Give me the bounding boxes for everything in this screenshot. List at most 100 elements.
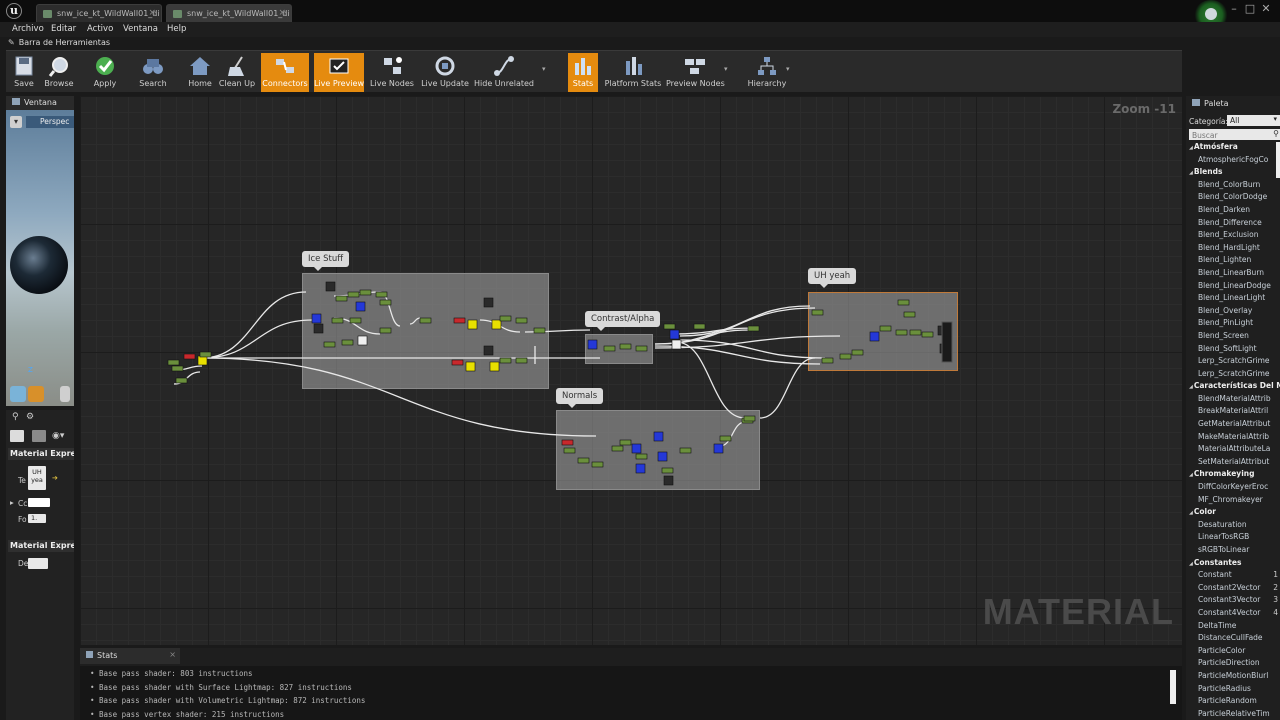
hide-unrelated-button[interactable]: Hide Unrelated xyxy=(474,53,534,92)
palette-item[interactable]: Blend_HardLight xyxy=(1186,243,1280,256)
toolbar-dropdown-arrow-icon[interactable]: ▾ xyxy=(786,65,790,73)
live-nodes-button[interactable]: Live Nodes xyxy=(368,53,416,92)
palette-item[interactable]: DiffColorKeyerEroc xyxy=(1186,482,1280,495)
preview-nodes-button[interactable]: Preview Nodes xyxy=(666,53,725,92)
palette-item[interactable]: ParticleDirection xyxy=(1186,658,1280,671)
home-button[interactable]: Home xyxy=(186,53,214,92)
texture-thumbnail[interactable]: UH yea xyxy=(28,466,46,490)
minimize-button[interactable]: – xyxy=(1226,2,1242,15)
palette-item[interactable]: Blend_ColorBurn xyxy=(1186,180,1280,193)
palette-category[interactable]: Chromakeying xyxy=(1186,469,1280,482)
palette-item[interactable]: LinearTosRGB xyxy=(1186,532,1280,545)
palette-category[interactable]: Características Del M xyxy=(1186,381,1280,394)
viewport-options-dropdown[interactable]: ▾ xyxy=(10,116,22,128)
toolbar-dropdown-arrow-icon[interactable]: ▾ xyxy=(542,65,546,73)
search-button[interactable]: Search xyxy=(136,53,170,92)
menu-archivo[interactable]: Archivo xyxy=(12,24,44,34)
viewport-extra-button[interactable] xyxy=(60,386,70,402)
preview-mesh-cube-button[interactable] xyxy=(28,386,44,402)
maximize-button[interactable]: □ xyxy=(1242,2,1258,15)
stats-scrollbar[interactable] xyxy=(1170,670,1176,704)
palette-category[interactable]: Color xyxy=(1186,507,1280,520)
palette-category[interactable]: Constantes xyxy=(1186,558,1280,571)
palette-search-input[interactable] xyxy=(1189,129,1280,140)
palette-item[interactable]: Blend_Overlay xyxy=(1186,306,1280,319)
close-tab-icon[interactable]: × xyxy=(278,8,286,18)
expand-arrow-icon[interactable]: ▸ xyxy=(10,498,14,507)
menu-ventana[interactable]: Ventana xyxy=(123,24,158,34)
palette-item[interactable]: Blend_PinLight xyxy=(1186,318,1280,331)
stats-button[interactable]: Stats xyxy=(568,53,598,92)
arrow-icon[interactable]: ➔ xyxy=(52,474,58,482)
palette-scrollbar[interactable] xyxy=(1276,142,1280,178)
live-update-button[interactable]: Live Update xyxy=(420,53,470,92)
search-icon[interactable]: ⚲ xyxy=(12,412,19,422)
close-tab-icon[interactable]: × xyxy=(169,650,176,659)
hierarchy-button[interactable]: Hierarchy xyxy=(746,53,788,92)
palette-item[interactable]: Blend_LinearLight xyxy=(1186,293,1280,306)
stats-tab[interactable]: Stats × xyxy=(80,648,180,664)
palette-tab[interactable]: Paleta xyxy=(1186,96,1280,112)
palette-item[interactable]: ParticleRandom xyxy=(1186,696,1280,709)
palette-category[interactable]: Atmósfera xyxy=(1186,142,1280,155)
palette-item[interactable]: Blend_Screen xyxy=(1186,331,1280,344)
palette-item[interactable]: MaterialAttributeLa xyxy=(1186,444,1280,457)
palette-item[interactable]: Constant2Vector 2 xyxy=(1186,583,1280,596)
palette-item[interactable]: BlendMaterialAttrib xyxy=(1186,394,1280,407)
category-select[interactable]: All xyxy=(1227,115,1280,126)
palette-item[interactable]: Blend_SoftLight xyxy=(1186,344,1280,357)
menu-activo[interactable]: Activo xyxy=(87,24,113,34)
perspective-view-button[interactable]: Perspec xyxy=(26,116,74,128)
palette-item[interactable]: Lerp_ScratchGrime xyxy=(1186,356,1280,369)
settings-icon[interactable]: ⚙ xyxy=(26,412,34,422)
palette-item[interactable]: AtmosphericFogCo xyxy=(1186,155,1280,168)
palette-item[interactable]: DeltaTime xyxy=(1186,621,1280,634)
browse-button[interactable]: Browse xyxy=(42,53,76,92)
font-value-field[interactable]: 1. xyxy=(28,514,46,523)
viewport-tab[interactable]: Ventana xyxy=(6,96,74,110)
search-icon[interactable]: ⚲ xyxy=(1273,129,1279,138)
palette-item[interactable]: Desaturation xyxy=(1186,520,1280,533)
palette-item[interactable]: ParticleRelativeTim xyxy=(1186,709,1280,720)
preview-mesh-sphere-button[interactable] xyxy=(10,386,26,402)
palette-item[interactable]: ParticleColor xyxy=(1186,646,1280,659)
menu-editar[interactable]: Editar xyxy=(51,24,76,34)
toolbar-tab[interactable]: ✎ Barra de Herramientas xyxy=(8,38,110,50)
palette-item[interactable]: Blend_Darken xyxy=(1186,205,1280,218)
palette-item[interactable]: DistanceCullFade xyxy=(1186,633,1280,646)
palette-item[interactable]: BreakMaterialAttril xyxy=(1186,406,1280,419)
color-swatch[interactable] xyxy=(28,498,50,507)
palette-item[interactable]: SetMaterialAttribut xyxy=(1186,457,1280,470)
live-preview-button[interactable]: Live Preview xyxy=(314,53,364,92)
palette-item[interactable]: Constant3Vector 3 xyxy=(1186,595,1280,608)
connectors-button[interactable]: Connectors xyxy=(261,53,309,92)
toolbar-dropdown-arrow-icon[interactable]: ▾ xyxy=(724,65,728,73)
palette-item[interactable]: Blend_Lighten xyxy=(1186,255,1280,268)
palette-category[interactable]: Blends xyxy=(1186,167,1280,180)
material-graph-canvas[interactable]: Ice Stuff Contrast/Alpha UH yeah Normals… xyxy=(80,96,1182,645)
palette-item[interactable]: ParticleMotionBlurl xyxy=(1186,671,1280,684)
clean-up-button[interactable]: Clean Up xyxy=(218,53,256,92)
search-details-button[interactable] xyxy=(10,430,24,442)
palette-item[interactable]: Blend_ColorDodge xyxy=(1186,192,1280,205)
palette-item[interactable]: Blend_LinearBurn xyxy=(1186,268,1280,281)
palette-item[interactable]: Blend_Difference xyxy=(1186,218,1280,231)
unreal-logo-icon[interactable]: u xyxy=(6,3,22,19)
apply-button[interactable]: Apply xyxy=(90,53,120,92)
close-tab-icon[interactable]: × xyxy=(148,8,156,18)
palette-item[interactable]: Lerp_ScratchGrime xyxy=(1186,369,1280,382)
palette-item[interactable]: MakeMaterialAttrib xyxy=(1186,432,1280,445)
description-field[interactable] xyxy=(28,558,48,569)
palette-item[interactable]: Blend_Exclusion xyxy=(1186,230,1280,243)
platform-stats-button[interactable]: Platform Stats xyxy=(604,53,662,92)
property-matrix-button[interactable] xyxy=(32,430,46,442)
palette-item[interactable]: GetMaterialAttribut xyxy=(1186,419,1280,432)
document-tab-2[interactable]: snw_ice_kt_WildWall01_di × xyxy=(166,4,292,22)
palette-item[interactable]: Constant4Vector 4 xyxy=(1186,608,1280,621)
close-window-button[interactable]: ✕ xyxy=(1258,2,1274,15)
document-tab-1[interactable]: snw_ice_kt_WildWall01_di × xyxy=(36,4,162,22)
save-button[interactable]: Save xyxy=(9,53,39,92)
material-preview-viewport[interactable]: ▾ Perspec Z xyxy=(6,110,74,406)
material-expression-section[interactable]: Material Expre xyxy=(8,448,74,460)
palette-item[interactable]: Constant 1 xyxy=(1186,570,1280,583)
